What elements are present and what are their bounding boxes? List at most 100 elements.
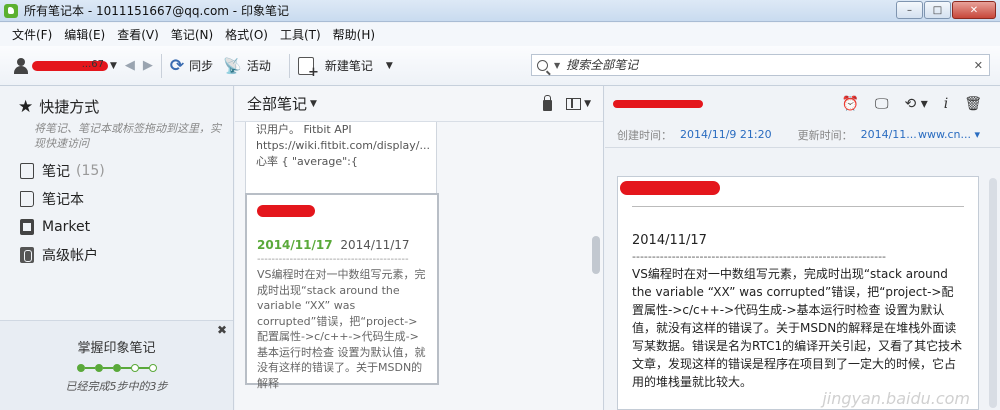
note-date-gray: 2014/11/17: [340, 238, 410, 252]
search-icon[interactable]: [537, 59, 548, 71]
note-body-text: VS编程时在对一中数组写元素，完成时出现“stack around the va…: [632, 267, 963, 389]
progress-step-dot: [94, 364, 103, 372]
note-dashes: ----------------------------------------…: [257, 254, 409, 265]
learn-title[interactable]: 掌握印象笔记: [0, 337, 233, 356]
sync-button[interactable]: ⟳ 同步: [170, 56, 213, 76]
note-snippet: VS编程时在对一中数组写元素，完成时出现“stack around the va…: [257, 268, 426, 390]
chevron-down-icon[interactable]: ▼: [310, 99, 317, 109]
note-list: 全部笔记 ▼ ▼ 识用户。 Fitbit API https://wiki.fi…: [235, 86, 604, 410]
sync-icon: ⟳: [169, 55, 185, 76]
chevron-down-icon[interactable]: ▼: [554, 61, 560, 70]
clear-search-icon[interactable]: ✕: [974, 59, 983, 72]
learn-evernote-panel: ✖ 掌握印象笔记 已经完成5步中的3步: [0, 320, 233, 410]
source-url[interactable]: www.cn... ▾: [918, 128, 980, 141]
sidebar-item-label: 笔记本: [42, 192, 84, 208]
editor-scrollbar[interactable]: [989, 178, 997, 408]
toolbar-divider: [160, 53, 162, 78]
sidebar-item-market[interactable]: Market: [20, 213, 233, 241]
notes-icon: [20, 163, 34, 179]
progress-step-dot: [130, 364, 139, 372]
learn-status: 已经完成5步中的3步: [65, 380, 168, 393]
sidebar-item-premium[interactable]: 高级帐户: [20, 241, 233, 269]
note-list-scrollbar[interactable]: [592, 236, 600, 274]
reminder-icon[interactable]: ⏰: [842, 96, 859, 112]
toolbar: ...67 ▼ ◀ ▶ ⟳ 同步 📡 活动 新建笔记 ▼ ▼ ✕: [0, 46, 1000, 86]
shortcuts-label: 快捷方式: [39, 98, 100, 116]
all-notes-dropdown[interactable]: 全部笔记: [247, 93, 307, 114]
view-options-button[interactable]: ▼: [566, 97, 591, 110]
menu-file[interactable]: 文件(F): [6, 26, 58, 43]
trash-icon[interactable]: 🗑: [964, 96, 982, 112]
evernote-logo-icon: [4, 3, 18, 18]
left-sidebar: ★ 快捷方式 将笔记、笔记本或标签拖动到这里，实现快速访问 笔记 (15) 笔记…: [0, 86, 234, 410]
divider: [632, 206, 964, 207]
menu-note[interactable]: 笔记(N): [165, 26, 219, 43]
note-snippet: 识用户。 Fitbit API https://wiki.fitbit.com/…: [256, 123, 430, 168]
present-icon[interactable]: 🖵: [875, 96, 889, 112]
activity-icon: 📡: [223, 56, 242, 75]
account-menu[interactable]: ...67 ▼: [14, 57, 117, 74]
market-icon: [20, 219, 34, 235]
sidebar-item-label: Market: [42, 219, 91, 235]
star-icon: ★: [18, 96, 34, 117]
note-body-dashes: ----------------------------------------…: [632, 250, 887, 263]
new-note-button[interactable]: 新建笔记 ▼: [297, 56, 393, 80]
new-note-icon: [297, 56, 319, 80]
note-date: 2014/11/17 2014/11/17: [257, 238, 427, 252]
new-note-label: 新建笔记: [324, 59, 373, 73]
menu-edit[interactable]: 编辑(E): [58, 26, 111, 43]
onboarding-progress: [0, 364, 233, 372]
info-icon[interactable]: i: [944, 96, 948, 112]
progress-step-dot: [148, 364, 157, 372]
shortcuts-header[interactable]: ★ 快捷方式: [18, 96, 233, 117]
back-arrow-icon[interactable]: ◀: [125, 58, 135, 73]
progress-connector: [84, 367, 95, 369]
menu-bar: 文件(F) 编辑(E) 查看(V) 笔记(N) 格式(O) 工具(T) 帮助(H…: [0, 23, 1000, 46]
forward-arrow-icon[interactable]: ▶: [143, 58, 153, 73]
note-editor: ⏰ 🖵 ⟲ ▾ i 🗑 创建时间： 2014/11/9 21:20 更新时间： …: [605, 86, 1000, 410]
note-card-selected[interactable]: 2014/11/17 2014/11/17 ------------------…: [245, 193, 439, 390]
progress-connector: [102, 367, 113, 369]
notebook-name-redacted[interactable]: [613, 100, 703, 108]
premium-icon: [20, 247, 34, 263]
activity-button[interactable]: 📡 活动: [223, 57, 271, 75]
sidebar-item-label: 高级帐户: [42, 248, 98, 264]
chevron-down-icon: ▼: [584, 98, 591, 109]
share-icon[interactable]: ⟲ ▾: [905, 96, 928, 112]
chevron-down-icon[interactable]: ▼: [386, 61, 393, 71]
note-date-green: 2014/11/17: [257, 238, 333, 252]
search-input[interactable]: [566, 58, 947, 72]
sidebar-item-notes[interactable]: 笔记 (15): [20, 157, 233, 185]
updated-value[interactable]: 2014/11...: [861, 128, 917, 141]
view-icon: [566, 97, 582, 110]
maximize-button[interactable]: □: [924, 1, 951, 19]
note-title-redacted: [257, 205, 315, 217]
sync-label: 同步: [189, 59, 214, 73]
title-bar: 所有笔记本 - 1011151667@qq.com - 印象笔记 – □ ✕: [0, 0, 1000, 22]
menu-format[interactable]: 格式(O): [219, 26, 274, 43]
menu-view[interactable]: 查看(V): [111, 26, 165, 43]
note-body[interactable]: 2014/11/17 -----------------------------…: [617, 176, 979, 410]
user-name-redacted: ...67: [32, 58, 108, 71]
created-value[interactable]: 2014/11/9 21:20: [680, 128, 772, 141]
sidebar-item-notebooks[interactable]: 笔记本: [20, 185, 233, 213]
user-name-tail: ...67: [81, 58, 104, 70]
sidebar-item-label: 笔记: [42, 164, 70, 180]
close-icon[interactable]: ✖: [217, 323, 227, 337]
notebook-icon: [20, 191, 34, 207]
lock-icon[interactable]: [543, 94, 553, 111]
progress-connector: [120, 367, 131, 369]
activity-label: 活动: [246, 59, 271, 73]
menu-help[interactable]: 帮助(H): [327, 26, 381, 43]
window-controls: – □ ✕: [896, 1, 996, 19]
updated-label: 更新时间：: [797, 128, 853, 142]
user-icon: [14, 57, 28, 74]
menu-tools[interactable]: 工具(T): [274, 26, 327, 43]
progress-step-dot: [112, 364, 121, 372]
created-label: 创建时间：: [617, 128, 672, 142]
minimize-button[interactable]: –: [896, 1, 923, 19]
note-meta-bar: 创建时间： 2014/11/9 21:20 更新时间： 2014/11... w…: [605, 122, 1000, 148]
note-title-redacted: [620, 181, 720, 195]
progress-step-dot: [76, 364, 85, 372]
close-button[interactable]: ✕: [952, 1, 996, 19]
